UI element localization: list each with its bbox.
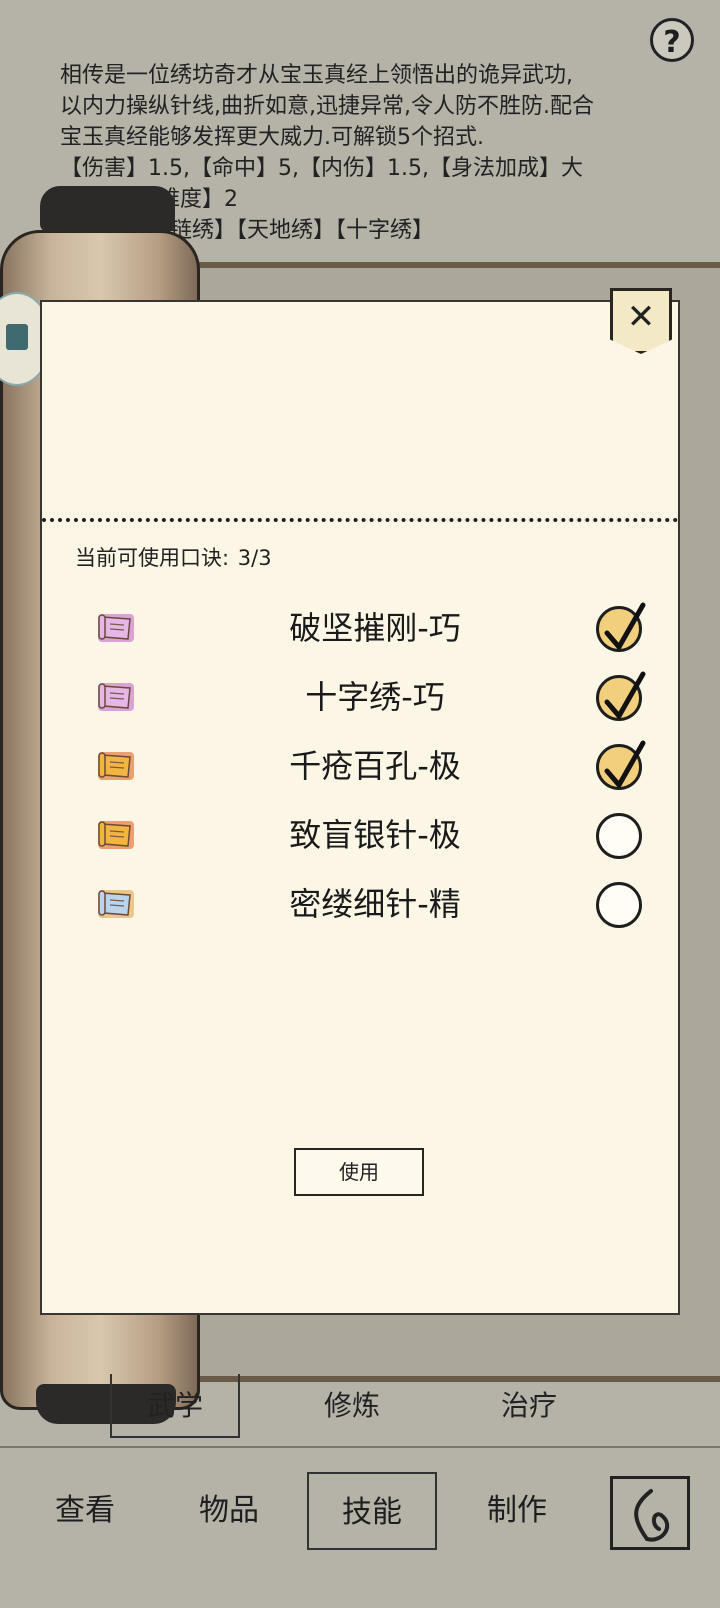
skill-select-dialog: ✕ 当前可使用口诀: 3/3 破坚摧刚-巧 十字绣-巧千疮百孔-极 致盲银针-极 密缕… bbox=[40, 288, 680, 1315]
help-button[interactable]: ? bbox=[650, 18, 694, 62]
nav-view[interactable]: 查看 bbox=[20, 1472, 150, 1550]
skill-name: 十字绣-巧 bbox=[305, 678, 445, 716]
quota-label: 当前可使用口诀: bbox=[75, 546, 230, 570]
quota-text: 当前可使用口诀: 3/3 bbox=[73, 542, 272, 572]
checked-icon[interactable] bbox=[596, 602, 646, 652]
scroll-cap-top bbox=[40, 186, 175, 232]
close-icon: ✕ bbox=[626, 297, 656, 337]
skill-name: 密缕细针-精 bbox=[289, 885, 461, 923]
side-tab-icon bbox=[6, 324, 28, 350]
unchecked-icon[interactable] bbox=[596, 882, 642, 928]
nav-divider bbox=[0, 1446, 720, 1448]
bottom-nav: 查看 物品 技能 制作 bbox=[0, 1472, 720, 1602]
tab-cultivate[interactable]: 修炼 bbox=[287, 1374, 417, 1438]
back-icon bbox=[634, 1489, 669, 1542]
description-line: 以内力操纵针线,曲折如意,迅捷异常,令人防不胜防.配合 bbox=[60, 94, 594, 119]
skill-list: 破坚摧刚-巧 十字绣-巧千疮百孔-极 致盲银针-极 密缕细针-精 bbox=[42, 597, 678, 942]
skill-name: 致盲银针-极 bbox=[289, 816, 461, 854]
skill-row[interactable]: 千疮百孔-极 bbox=[42, 735, 678, 804]
close-button[interactable]: ✕ bbox=[610, 288, 672, 354]
description-line: 相传是一位绣坊奇才从宝玉真经上领悟出的诡异武功, bbox=[60, 63, 573, 88]
dotted-divider bbox=[42, 518, 678, 522]
tab-heal[interactable]: 治疗 bbox=[464, 1374, 594, 1438]
quota-value: 3/3 bbox=[237, 546, 272, 570]
skill-name: 破坚摧刚-巧 bbox=[289, 609, 461, 647]
sub-tabs: 武学 修炼 治疗 bbox=[110, 1374, 700, 1444]
tab-martial[interactable]: 武学 bbox=[110, 1374, 240, 1438]
checked-icon[interactable] bbox=[596, 740, 646, 790]
skill-row[interactable]: 致盲银针-极 bbox=[42, 804, 678, 873]
skill-row[interactable]: 密缕细针-精 bbox=[42, 873, 678, 942]
nav-items[interactable]: 物品 bbox=[164, 1472, 294, 1550]
nav-skills[interactable]: 技能 bbox=[307, 1472, 437, 1550]
nav-craft[interactable]: 制作 bbox=[452, 1472, 582, 1550]
skill-row[interactable]: 破坚摧刚-巧 bbox=[42, 597, 678, 666]
unchecked-icon[interactable] bbox=[596, 813, 642, 859]
description-line: 【伤害】1.5,【命中】5,【内伤】1.5,【身法加成】大 bbox=[60, 156, 583, 181]
skill-name: 千疮百孔-极 bbox=[289, 747, 461, 785]
description-line: 宝玉真经能够发挥更大威力.可解锁5个招式. bbox=[60, 125, 484, 150]
skill-row[interactable]: 十字绣-巧 bbox=[42, 666, 678, 735]
back-button[interactable] bbox=[610, 1476, 690, 1550]
checked-icon[interactable] bbox=[596, 671, 646, 721]
use-button[interactable]: 使用 bbox=[294, 1148, 424, 1196]
